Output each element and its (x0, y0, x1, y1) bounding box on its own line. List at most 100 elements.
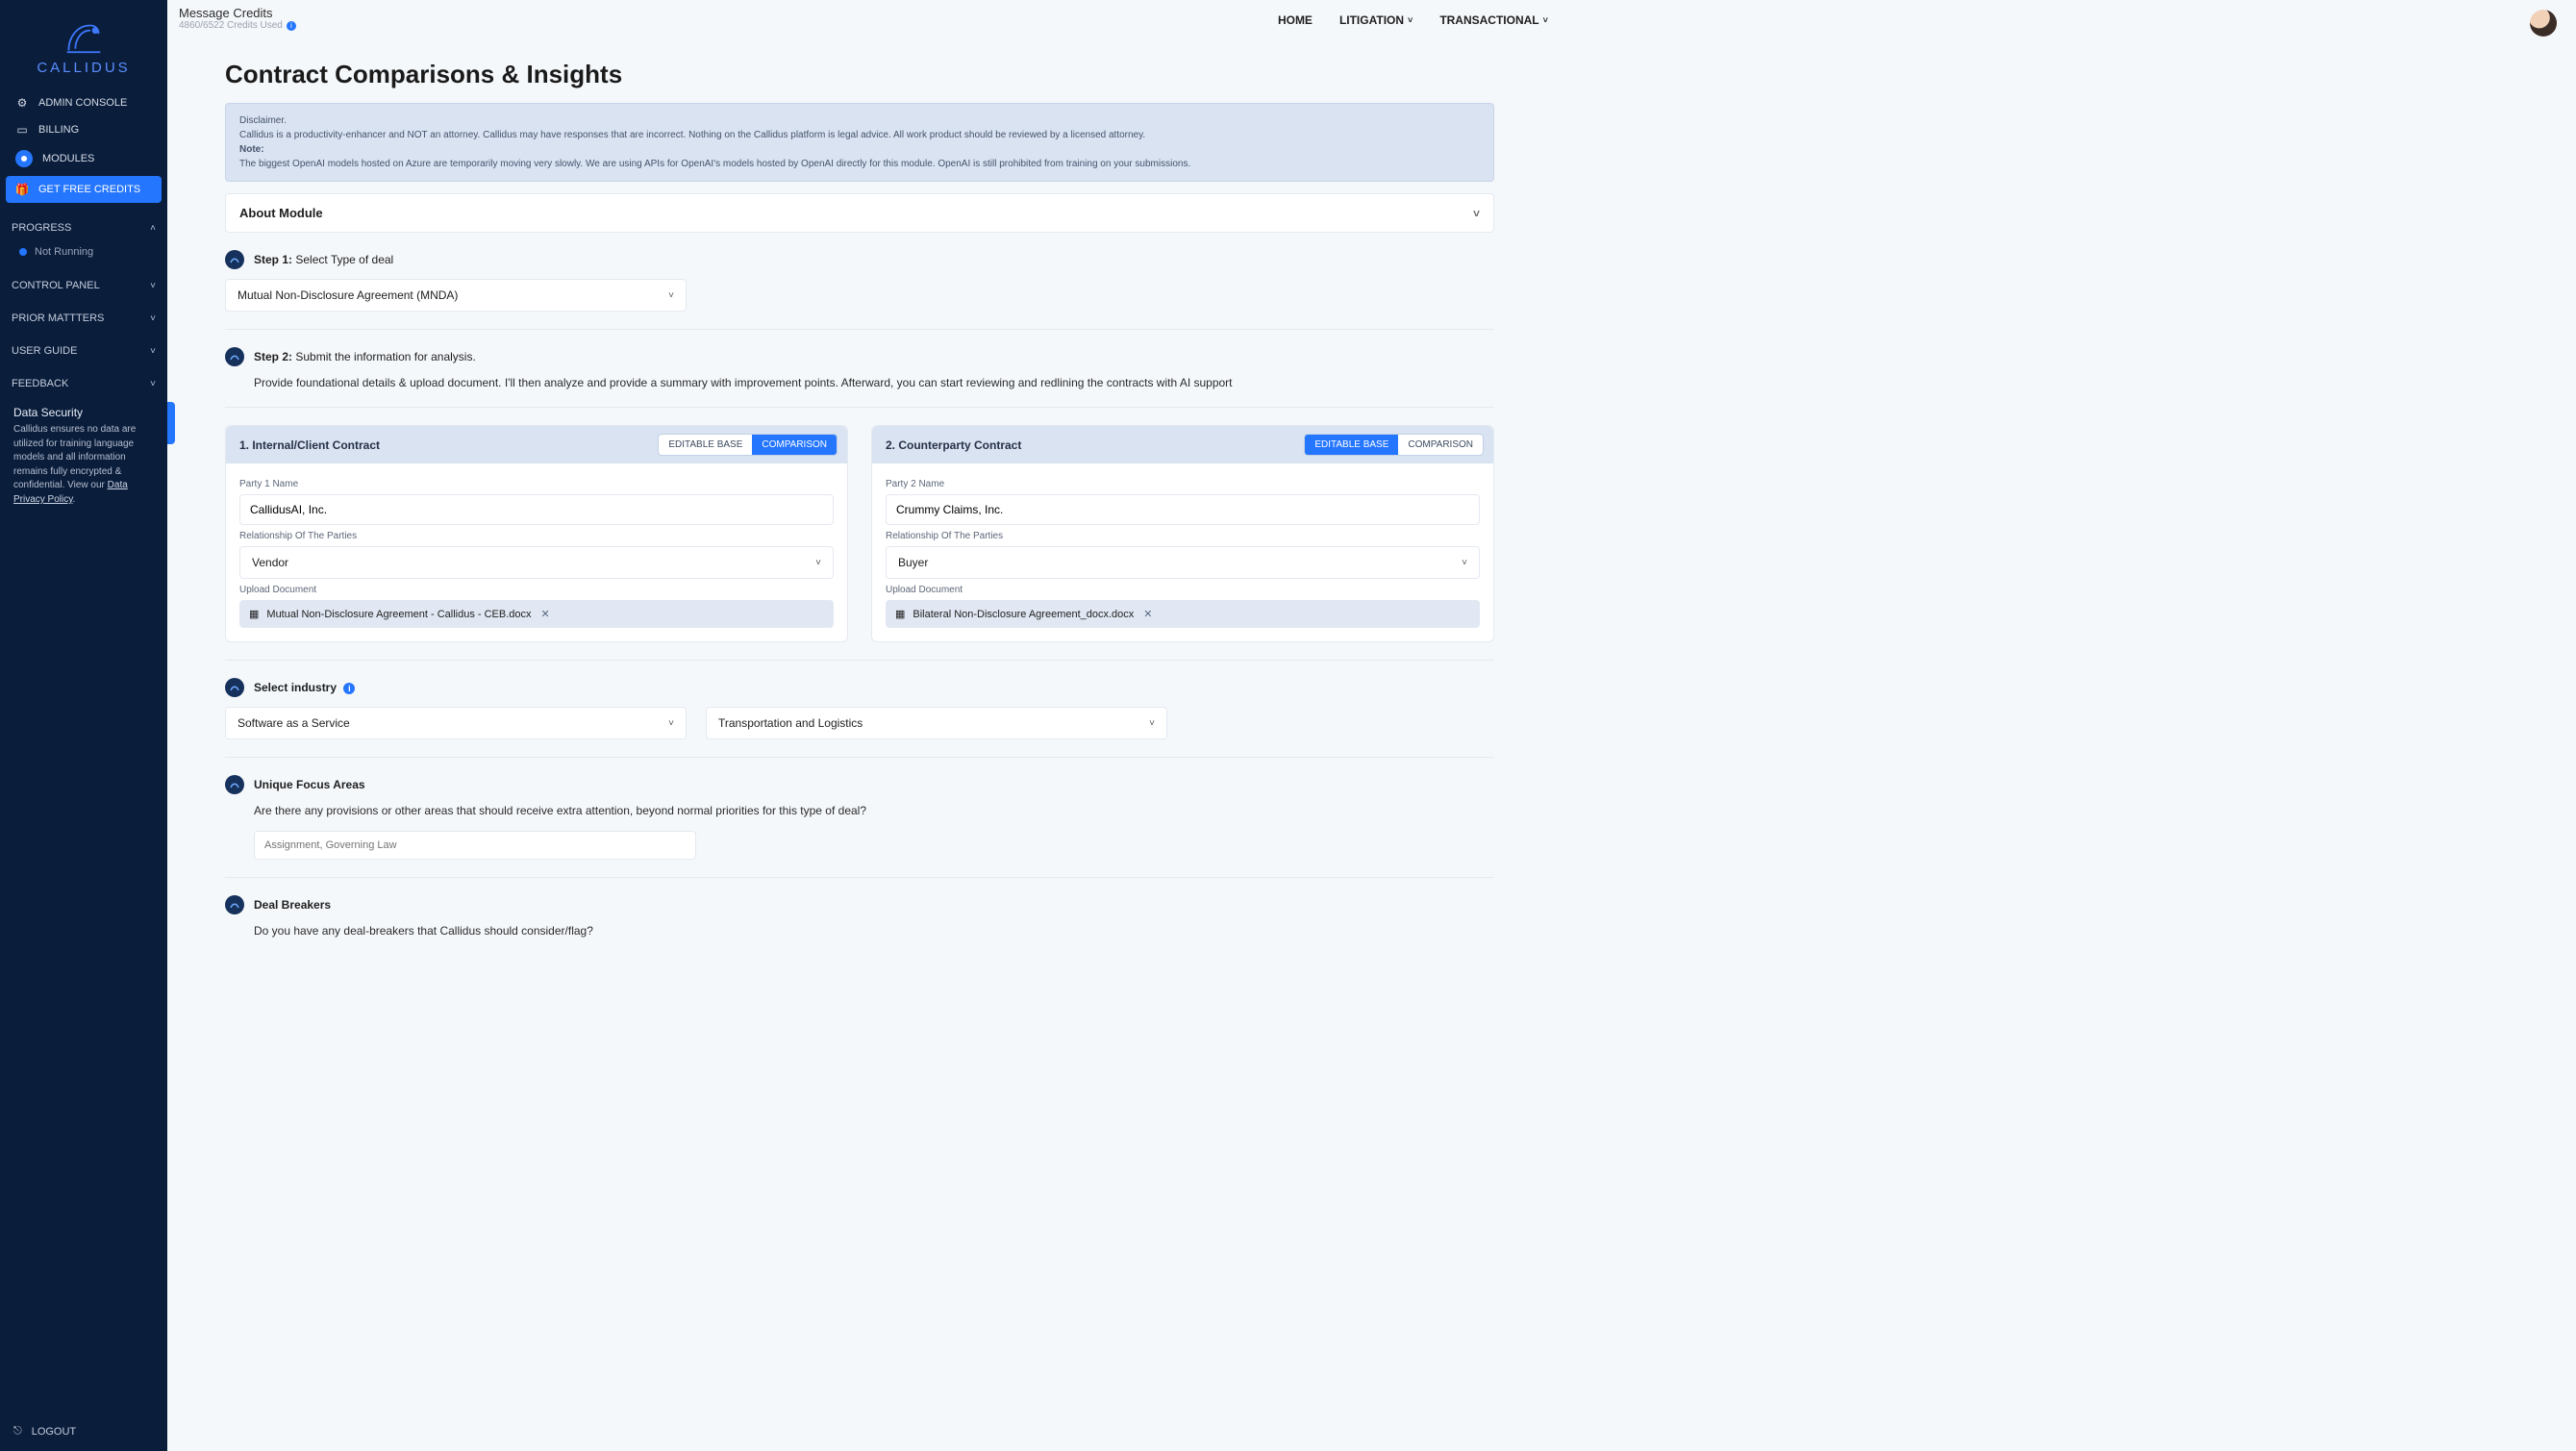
comparison-btn[interactable]: COMPARISON (752, 435, 837, 455)
chevron-down-icon: ˅ (1462, 558, 1467, 568)
sidebar-group-progress[interactable]: PROGRESS ˄ (12, 216, 156, 239)
info-icon[interactable]: i (287, 21, 296, 31)
party2-name-input[interactable] (886, 494, 1480, 525)
sidebar-group-user-guide[interactable]: USER GUIDE ˅ (12, 339, 156, 363)
sidebar-group-prior-matters[interactable]: PRIOR MATTTERS ˅ (12, 307, 156, 330)
nav-transactional[interactable]: TRANSACTIONAL˅ (1439, 13, 1548, 27)
remove-file-icon[interactable]: ✕ (541, 608, 550, 620)
industry-select-2[interactable]: Transportation and Logistics ˅ (706, 707, 1167, 739)
disclaimer-body: Callidus is a productivity-enhancer and … (239, 128, 1480, 142)
party1-name-input[interactable] (239, 494, 834, 525)
step-icon (225, 895, 244, 914)
nav-home[interactable]: HOME (1278, 13, 1313, 27)
panel-title: 1. Internal/Client Contract (239, 438, 380, 452)
remove-file-icon[interactable]: ✕ (1143, 608, 1152, 620)
info-icon[interactable]: i (343, 683, 355, 694)
sidebar-item-free-credits[interactable]: 🎁 GET FREE CREDITS (6, 176, 162, 203)
credits-block: Message Credits 4860/6522 Credits Used i (179, 6, 296, 31)
industry-label: Select industry (254, 681, 337, 694)
sidebar-item-modules[interactable]: MODULES (6, 143, 162, 174)
status-dot-icon (19, 248, 27, 256)
sidebar-group-control-panel[interactable]: CONTROL PANEL ˅ (12, 274, 156, 297)
sidebar-item-billing[interactable]: ▭ BILLING (6, 116, 162, 143)
sidebar-item-admin[interactable]: ⚙ ADMIN CONSOLE (6, 89, 162, 116)
editable-base-btn[interactable]: EDITABLE BASE (659, 435, 752, 455)
panel2-mode-toggle: EDITABLE BASE COMPARISON (1304, 434, 1484, 456)
step-icon (225, 347, 244, 366)
step-1-header: Step 1: Select Type of deal (225, 250, 1494, 269)
file-name: Mutual Non-Disclosure Agreement - Callid… (266, 609, 531, 620)
chevron-down-icon: ˅ (1149, 718, 1155, 729)
sidebar-group-feedback[interactable]: FEEDBACK ˅ (12, 372, 156, 395)
modules-icon (15, 150, 33, 167)
status-label: Not Running (35, 246, 93, 258)
group-label: CONTROL PANEL (12, 280, 100, 291)
chevron-down-icon: ˅ (1408, 15, 1413, 25)
industry-select-1[interactable]: Software as a Service ˅ (225, 707, 687, 739)
progress-status: Not Running (19, 243, 156, 261)
chevron-down-icon: ˅ (668, 290, 674, 301)
sidebar-nav: ⚙ ADMIN CONSOLE ▭ BILLING MODULES 🎁 GET … (0, 86, 167, 209)
nav-litigation[interactable]: LITIGATION˅ (1339, 13, 1413, 27)
about-module-label: About Module (239, 206, 323, 220)
chevron-down-icon: ˅ (668, 718, 674, 729)
rel-label: Relationship Of The Parties (239, 531, 834, 541)
group-label: FEEDBACK (12, 378, 68, 389)
upload-label: Upload Document (886, 585, 1480, 595)
focus-question: Are there any provisions or other areas … (254, 804, 1494, 817)
note-body: The biggest OpenAI models hosted on Azur… (239, 157, 1480, 171)
editable-base-btn[interactable]: EDITABLE BASE (1305, 435, 1398, 455)
sidebar-collapse-handle[interactable] (167, 402, 175, 444)
brand-logo: CALLIDUS (0, 0, 167, 86)
breakers-header: Deal Breakers (225, 895, 1494, 914)
logout-icon: ⎋ (13, 1425, 22, 1438)
top-nav: HOME LITIGATION˅ TRANSACTIONAL˅ (296, 6, 2530, 27)
industry-header: Select industry i (225, 678, 1494, 697)
upload-label: Upload Document (239, 585, 834, 595)
comparison-btn[interactable]: COMPARISON (1398, 435, 1483, 455)
step-1-text: Select Type of deal (295, 253, 393, 266)
sidebar-label: BILLING (38, 124, 79, 136)
deal-type-select[interactable]: Mutual Non-Disclosure Agreement (MNDA) ˅ (225, 279, 687, 312)
chevron-down-icon: ˅ (150, 281, 156, 291)
focus-input[interactable] (254, 831, 696, 860)
note-label: Note: (239, 142, 1480, 157)
step-icon (225, 775, 244, 794)
sidebar-label: GET FREE CREDITS (38, 184, 140, 195)
focus-header: Unique Focus Areas (225, 775, 1494, 794)
logo-icon (59, 13, 109, 56)
avatar[interactable] (2530, 10, 2557, 37)
panel1-mode-toggle: EDITABLE BASE COMPARISON (658, 434, 838, 456)
chevron-down-icon: ˅ (815, 558, 821, 568)
page-title: Contract Comparisons & Insights (225, 60, 1494, 89)
step-icon (225, 678, 244, 697)
chevron-up-icon: ˄ (150, 223, 156, 234)
about-module-toggle[interactable]: About Module ˅ (225, 193, 1494, 233)
step-2-text: Submit the information for analysis. (295, 350, 475, 363)
sidebar: CALLIDUS ⚙ ADMIN CONSOLE ▭ BILLING MODUL… (0, 0, 167, 1451)
breakers-question: Do you have any deal-breakers that Calli… (254, 924, 1494, 938)
party1-file-chip: ▦ Mutual Non-Disclosure Agreement - Call… (239, 600, 834, 628)
party2-relationship-select[interactable]: Buyer ˅ (886, 546, 1480, 579)
panel-internal-contract: 1. Internal/Client Contract EDITABLE BAS… (225, 425, 848, 642)
logout-button[interactable]: ⎋ LOGOUT (13, 1425, 154, 1438)
panel-title: 2. Counterparty Contract (886, 438, 1021, 452)
brand-name: CALLIDUS (37, 60, 130, 76)
chevron-down-icon: ˅ (150, 313, 156, 324)
step-1-label: Step 1: (254, 253, 292, 266)
disclaimer-label: Disclaimer. (239, 113, 1480, 128)
party2-label: Party 2 Name (886, 479, 1480, 489)
sidebar-label: MODULES (42, 153, 94, 164)
party1-relationship-select[interactable]: Vendor ˅ (239, 546, 834, 579)
chevron-down-icon: ˅ (150, 379, 156, 389)
file-icon: ▦ (249, 608, 259, 620)
party2-file-chip: ▦ Bilateral Non-Disclosure Agreement_doc… (886, 600, 1480, 628)
data-security-note: Data Security Callidus ensures no data a… (0, 397, 167, 514)
rel-value: Buyer (898, 556, 928, 569)
rel-value: Vendor (252, 556, 288, 569)
breakers-title: Deal Breakers (254, 898, 331, 912)
group-label: PROGRESS (12, 222, 71, 234)
industry-value-2: Transportation and Logistics (718, 716, 863, 730)
group-label: PRIOR MATTTERS (12, 313, 104, 324)
topbar: Message Credits 4860/6522 Credits Used i… (167, 0, 2576, 37)
